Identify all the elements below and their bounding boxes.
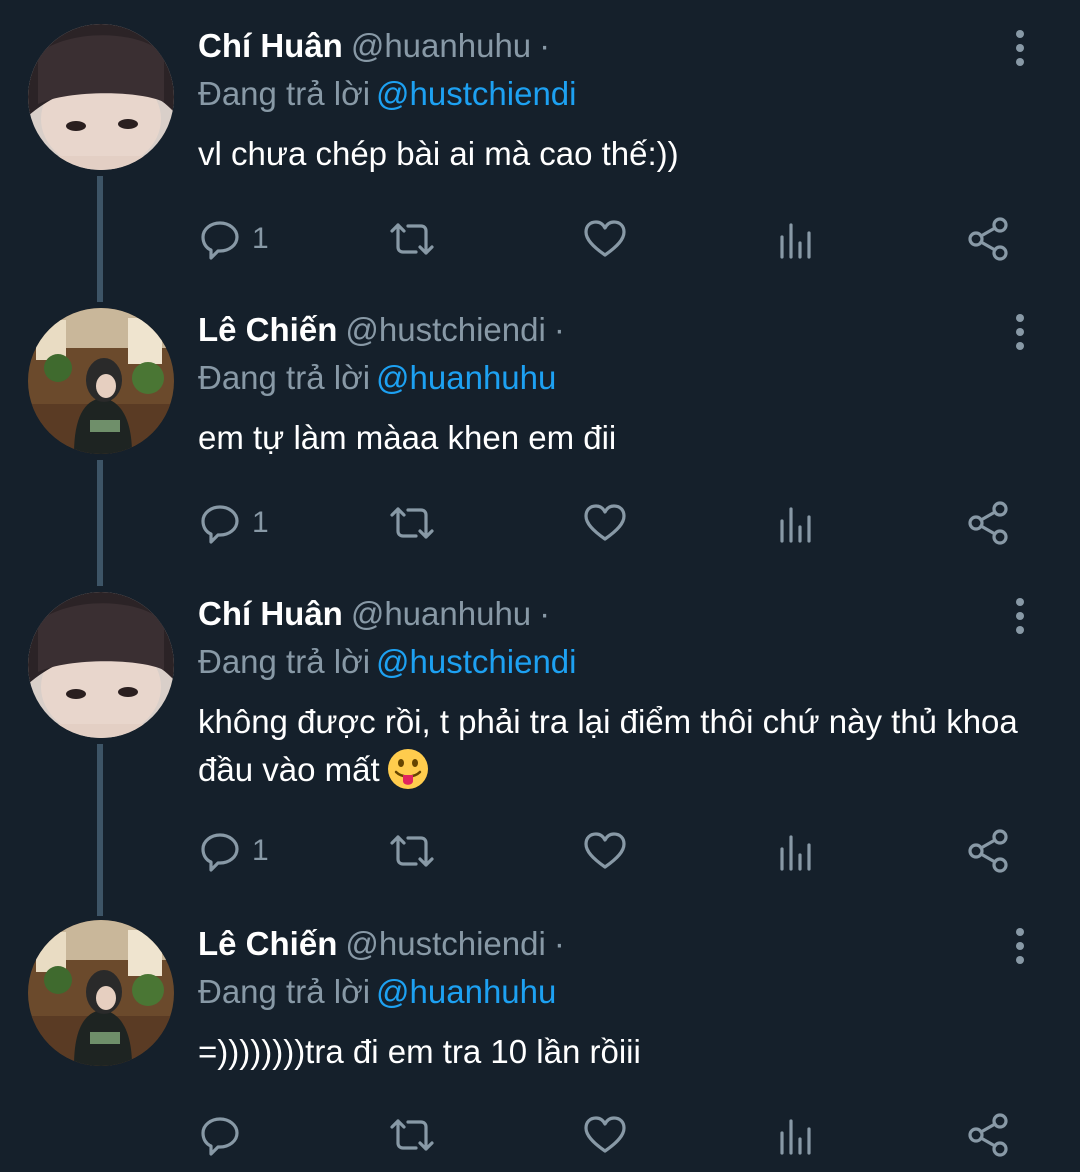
share-button[interactable] [966, 826, 1012, 876]
like-icon [584, 220, 626, 257]
tweet-text: em tự làm màaa khen em đii [198, 419, 617, 456]
tweet-actions [198, 1110, 1018, 1160]
display-name[interactable]: Chí Huân [198, 595, 343, 632]
like-icon [584, 1116, 626, 1153]
replying-prefix: Đang trả lời [198, 75, 371, 112]
analytics-icon [780, 223, 811, 259]
share-icon [968, 829, 1008, 873]
tweet-actions: 1 [198, 498, 1018, 548]
tweet[interactable]: Lê Chiến @hustchiendi · Đang trả lời @huanh… [0, 306, 1080, 576]
reply-button[interactable]: 1 [198, 498, 269, 548]
reply-icon [201, 505, 239, 544]
replying-to: Đang trả lời @huanhuhu [198, 968, 556, 1016]
like-button[interactable] [582, 1110, 628, 1160]
display-name[interactable]: Chí Huân [198, 27, 343, 64]
tweet-body: không được rồi, t phải tra lại điểm thôi… [198, 698, 1048, 794]
analytics-icon [780, 1119, 811, 1155]
replying-to: Đang trả lời @huanhuhu [198, 354, 556, 402]
replying-to: Đang trả lời @hustchiendi [198, 638, 577, 686]
separator-dot: · [539, 27, 551, 64]
analytics-button[interactable] [776, 826, 816, 876]
tweet-header: Chí Huân @huanhuhu · [198, 590, 550, 638]
like-icon [584, 832, 626, 869]
tweet-header: Chí Huân @huanhuhu · [198, 22, 550, 70]
display-name[interactable]: Lê Chiến [198, 925, 337, 962]
share-button[interactable] [966, 498, 1012, 548]
analytics-button[interactable] [776, 1110, 816, 1160]
reply-count: 1 [252, 506, 269, 539]
share-icon [968, 501, 1008, 545]
like-icon [584, 504, 626, 541]
mention-link[interactable]: @hustchiendi [376, 643, 576, 680]
replying-prefix: Đang trả lời [198, 973, 371, 1010]
tweet-header: Lê Chiến @hustchiendi · [198, 306, 565, 354]
retweet-button[interactable] [386, 214, 438, 264]
tweet-actions: 1 [198, 214, 1018, 264]
more-options-icon[interactable] [1008, 28, 1032, 68]
share-icon [968, 1113, 1008, 1157]
tweet-actions: 1 [198, 826, 1018, 876]
user-handle[interactable]: @hustchiendi [345, 311, 545, 348]
avatar[interactable] [28, 592, 174, 738]
replying-to: Đang trả lời @hustchiendi [198, 70, 577, 118]
share-icon [968, 217, 1008, 261]
mention-link[interactable]: @huanhuhu [376, 359, 556, 396]
tweet[interactable]: Chí Huân @huanhuhu · Đang trả lời @hustchie… [0, 22, 1080, 292]
reply-button[interactable]: 1 [198, 826, 269, 876]
more-options-icon[interactable] [1008, 926, 1032, 966]
separator-dot: · [539, 595, 551, 632]
avatar[interactable] [28, 24, 174, 170]
like-button[interactable] [582, 826, 628, 876]
replying-prefix: Đang trả lời [198, 643, 371, 680]
tweet-text: không được rồi, t phải tra lại điểm thôi… [198, 703, 1018, 788]
analytics-button[interactable] [776, 214, 816, 264]
user-handle[interactable]: @huanhuhu [351, 27, 531, 64]
mention-link[interactable]: @hustchiendi [376, 75, 576, 112]
retweet-button[interactable] [386, 1110, 438, 1160]
tweet-text: vl chưa chép bài ai mà cao thế:)) [198, 135, 679, 172]
like-button[interactable] [582, 498, 628, 548]
retweet-icon [390, 835, 434, 867]
tweet[interactable]: Chí Huân @huanhuhu · Đang trả lời @hustchie… [0, 590, 1080, 910]
retweet-button[interactable] [386, 826, 438, 876]
display-name[interactable]: Lê Chiến [198, 311, 337, 348]
more-options-icon[interactable] [1008, 596, 1032, 636]
more-options-icon[interactable] [1008, 312, 1032, 352]
user-handle[interactable]: @huanhuhu [351, 595, 531, 632]
mention-link[interactable]: @huanhuhu [376, 973, 556, 1010]
tongue-out-emoji [387, 749, 428, 789]
share-button[interactable] [966, 1110, 1012, 1160]
like-button[interactable] [582, 214, 628, 264]
share-button[interactable] [966, 214, 1012, 264]
reply-icon [201, 1117, 239, 1156]
avatar[interactable] [28, 920, 174, 1066]
retweet-icon [390, 1119, 434, 1151]
avatar[interactable] [28, 308, 174, 454]
separator-dot: · [553, 311, 565, 348]
reply-icon [201, 221, 239, 260]
retweet-icon [390, 507, 434, 539]
tweet-header: Lê Chiến @hustchiendi · [198, 920, 565, 968]
reply-button[interactable] [198, 1110, 252, 1160]
retweet-icon [390, 223, 434, 255]
reply-button[interactable]: 1 [198, 214, 269, 264]
replying-prefix: Đang trả lời [198, 359, 371, 396]
user-handle[interactable]: @hustchiendi [345, 925, 545, 962]
reply-count: 1 [252, 222, 269, 255]
tweet-thread: Chí Huân @huanhuhu · Đang trả lời @hustchie… [0, 0, 1080, 1172]
reply-count: 1 [252, 834, 269, 867]
analytics-icon [780, 507, 811, 543]
separator-dot: · [553, 925, 565, 962]
retweet-button[interactable] [386, 498, 438, 548]
analytics-icon [780, 835, 811, 871]
tweet[interactable]: Lê Chiến @hustchiendi · Đang trả lời @huanh… [0, 920, 1080, 1172]
tweet-text: =))))))))tra đi em tra 10 lần rồiii [198, 1033, 641, 1070]
analytics-button[interactable] [776, 498, 816, 548]
reply-icon [201, 833, 239, 872]
